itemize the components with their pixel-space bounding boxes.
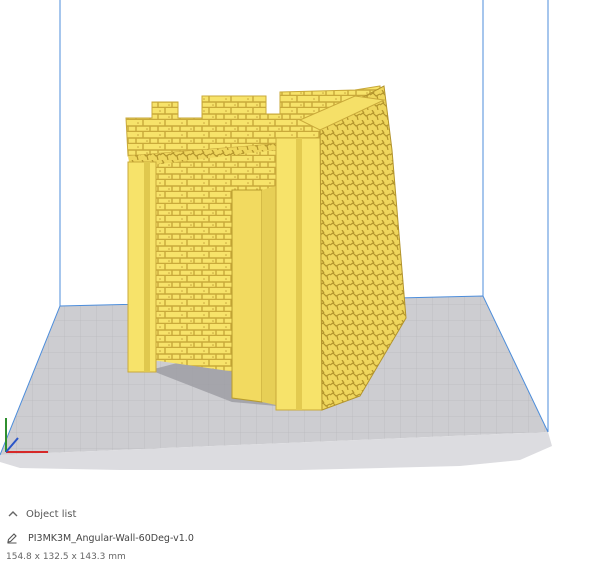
3d-viewport[interactable] xyxy=(0,0,600,490)
object-list-label: Object list xyxy=(26,508,77,520)
object-list-item[interactable]: PI3MK3M_Angular-Wall-60Deg-v1.0 xyxy=(6,530,194,546)
model-dimensions: 154.8 x 132.5 x 143.3 mm xyxy=(6,552,126,562)
object-name: PI3MK3M_Angular-Wall-60Deg-v1.0 xyxy=(28,532,194,544)
model-angular-wall[interactable] xyxy=(125,85,407,411)
object-list-toggle[interactable]: Object list xyxy=(6,506,76,522)
chevron-up-icon xyxy=(6,507,20,521)
scene-svg xyxy=(0,0,552,470)
pencil-icon[interactable] xyxy=(6,531,20,545)
object-list-panel: Object list PI3MK3M_Angular-Wall-60Deg-v… xyxy=(0,490,600,570)
